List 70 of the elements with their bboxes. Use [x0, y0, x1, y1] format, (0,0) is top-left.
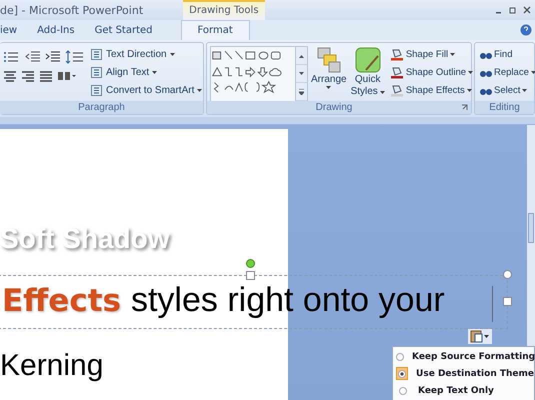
ribbon-command[interactable]: Find — [478, 46, 535, 62]
ribbon-tab[interactable]: Format — [180, 20, 250, 40]
resize-handle[interactable] — [503, 297, 512, 306]
indent-decrease-icon[interactable] — [25, 50, 41, 64]
group-label: Editing — [475, 101, 534, 114]
restore-icon[interactable] — [509, 6, 517, 14]
command-icon — [90, 48, 103, 60]
line-spacing-icon[interactable] — [65, 50, 85, 64]
menu-item[interactable]: Keep Text Only — [393, 384, 534, 398]
menu-item[interactable]: Keep Source Formatting — [393, 350, 534, 364]
ribbon-command[interactable]: Shape Fill — [388, 46, 476, 62]
clipboard-icon — [470, 330, 490, 343]
radio-button[interactable] — [396, 367, 408, 380]
caret-down-icon — [380, 90, 385, 94]
scroll-down-button[interactable] — [296, 65, 307, 83]
ribbon-command[interactable]: Align Text — [88, 64, 204, 80]
align-center-icon[interactable] — [3, 70, 17, 82]
justify-icon[interactable] — [39, 70, 53, 82]
command-icon — [390, 66, 404, 78]
scroll-up-button[interactable] — [296, 47, 307, 65]
caret-down-icon — [530, 70, 535, 74]
ribbon-command[interactable]: Convert to SmartArt — [88, 82, 204, 98]
stacked-squares-icon — [316, 46, 342, 74]
caret-down-icon — [197, 88, 202, 92]
ribbon-tab[interactable]: Get Started — [84, 20, 163, 40]
resize-handle[interactable] — [503, 270, 512, 279]
resize-handle[interactable] — [246, 271, 255, 280]
command-icon — [390, 84, 404, 96]
columns-icon[interactable] — [57, 70, 77, 82]
body-text: Kerning — [0, 349, 104, 383]
ribbon-command[interactable]: Select — [478, 82, 535, 98]
body-text: styles right onto your — [130, 280, 445, 320]
indent-increase-icon[interactable] — [45, 50, 61, 64]
command-icon — [90, 84, 103, 96]
context-tab-label: Drawing Tools — [183, 0, 265, 20]
caret-down-icon — [522, 88, 528, 92]
ribbon-command[interactable]: Shape Effects — [388, 82, 476, 98]
ribbon-tab[interactable]: iew — [0, 20, 28, 40]
caret-up-icon — [299, 54, 304, 58]
menu-item[interactable]: Use Destination Theme — [393, 367, 534, 380]
caret-down-icon — [326, 86, 332, 89]
caret-down-icon — [466, 88, 472, 92]
heading-text: Soft Shadow — [0, 223, 170, 255]
ribbon-tab[interactable]: Add-Ins — [27, 20, 85, 40]
group-label: Paragraph — [0, 101, 203, 114]
caret-down-icon — [152, 70, 158, 74]
paste-options-button[interactable] — [468, 329, 492, 344]
dialog-launcher-icon[interactable] — [461, 104, 468, 111]
close-icon[interactable] — [523, 6, 531, 14]
arrange-button[interactable]: Arrange — [310, 46, 348, 101]
caret-down-icon — [450, 52, 456, 56]
shape-gallery[interactable] — [210, 46, 308, 102]
caret-down-icon — [299, 72, 304, 76]
caret-down-icon — [468, 70, 474, 74]
more-button[interactable] — [296, 83, 307, 101]
caret-down-icon — [170, 52, 175, 56]
help-icon[interactable] — [520, 24, 532, 36]
scrollbar-thumb[interactable] — [528, 213, 534, 243]
ribbon-command[interactable]: Shape Outline — [388, 64, 476, 80]
window-title: de] - Microsoft PowerPoint — [0, 3, 144, 19]
bullet-list-icon[interactable] — [3, 50, 21, 64]
brush-icon — [354, 46, 382, 74]
expand-icon — [299, 88, 304, 94]
command-icon — [390, 48, 404, 60]
ribbon-command[interactable]: Text Direction — [88, 46, 204, 62]
ribbon-command[interactable]: Replace — [478, 64, 535, 80]
highlight-text: Effects — [2, 282, 121, 321]
quick-styles-button[interactable]: Quick Styles — [350, 46, 386, 101]
command-icon — [90, 66, 103, 78]
align-right-icon[interactable] — [21, 70, 35, 82]
